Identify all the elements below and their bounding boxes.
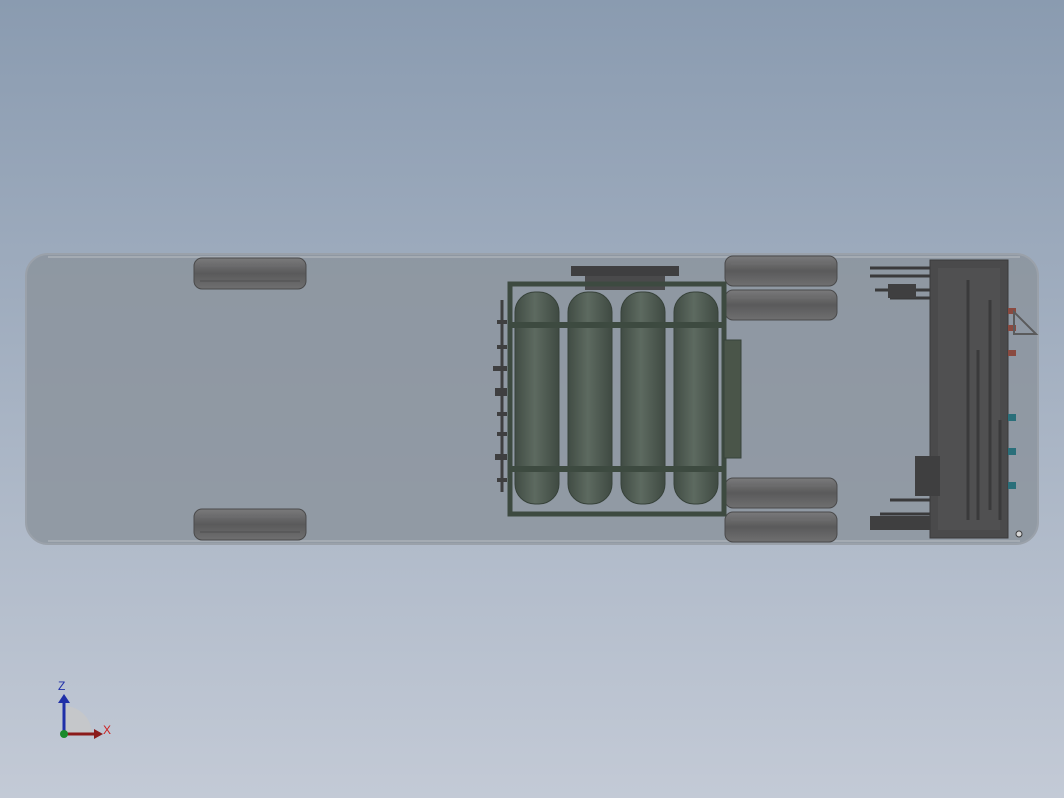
equipment-block-top (888, 284, 916, 298)
triad-x-label: X (103, 723, 112, 737)
triad-z-label: Z (58, 679, 66, 693)
rear-tire-right-outer[interactable] (724, 511, 838, 543)
front-tire-right[interactable] (193, 508, 307, 541)
front-tire-left[interactable] (193, 257, 307, 290)
rack-strap-upper (510, 322, 724, 328)
equipment-end-fitting (1015, 530, 1023, 538)
vehicle-model[interactable] (25, 253, 1039, 545)
rack-top-mount (571, 266, 679, 276)
equipment-block-bottom (870, 516, 930, 530)
rear-tire-right-inner[interactable] (724, 477, 838, 509)
cad-viewport[interactable] (0, 0, 1064, 798)
rear-tire-left-outer[interactable] (724, 255, 838, 287)
triad-y-axis-dot (60, 730, 68, 738)
rack-strap-lower (510, 466, 724, 472)
rack-side-box (723, 339, 742, 459)
equipment-block-left (915, 456, 940, 496)
rear-tire-left-inner[interactable] (724, 289, 838, 321)
